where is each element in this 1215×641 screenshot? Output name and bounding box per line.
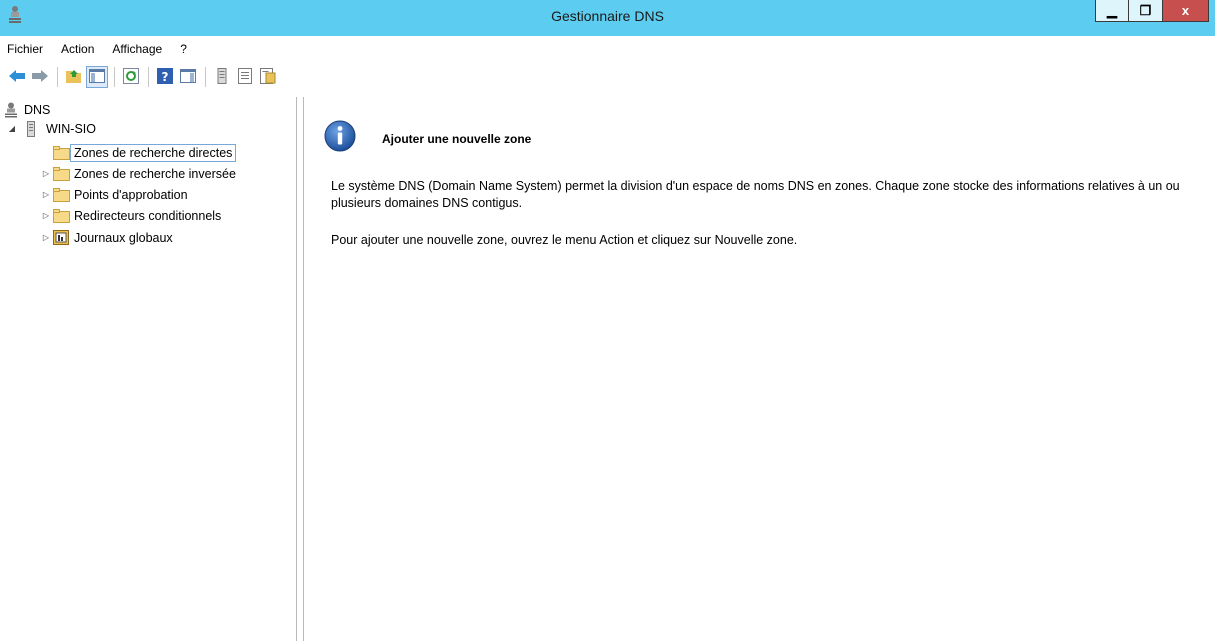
properties-button[interactable]	[257, 66, 279, 88]
tree-label: Zones de recherche inversée	[74, 166, 236, 181]
forward-button[interactable]	[29, 66, 51, 88]
tree-item-zones-directes[interactable]: Zones de recherche directes	[40, 143, 237, 162]
tree-item-points-approbation[interactable]: ▷ Points d'approbation	[40, 185, 188, 204]
details-pane: Ajouter une nouvelle zone Le système DNS…	[304, 97, 1215, 641]
info-icon	[324, 120, 356, 152]
up-folder-icon	[65, 68, 83, 87]
server-icon	[24, 120, 38, 137]
minimize-button[interactable]: ▁	[1095, 0, 1129, 22]
title-bar[interactable]: Gestionnaire DNS ▁ ❐ x	[0, 0, 1215, 36]
back-button[interactable]	[6, 66, 28, 88]
tree-label: Zones de recherche directes	[70, 143, 237, 162]
expand-triangle-icon[interactable]: ▷	[40, 211, 52, 220]
content-description: Le système DNS (Domain Name System) perm…	[331, 179, 1180, 210]
tree-item-dns[interactable]: DNS	[4, 100, 50, 119]
console-tree[interactable]: DNS ◢ WIN-SIO Zones de recherche directe…	[0, 97, 296, 641]
window-title: Gestionnaire DNS	[551, 8, 664, 24]
back-arrow-icon	[8, 69, 26, 86]
dns-root-icon	[4, 102, 18, 118]
tree-item-zones-inversee[interactable]: ▷ Zones de recherche inversée	[40, 164, 236, 183]
toolbar-separator	[148, 67, 149, 87]
menu-action[interactable]: Action	[52, 42, 103, 56]
help-button[interactable]: ?	[154, 66, 176, 88]
window-controls: ▁ ❐ x	[1095, 0, 1209, 22]
tree-item-journaux[interactable]: ▷ Journaux globaux	[40, 228, 173, 247]
expand-triangle-icon[interactable]: ▷	[40, 169, 52, 178]
close-button[interactable]: x	[1163, 0, 1209, 22]
svg-text:?: ?	[162, 70, 169, 84]
folder-icon	[52, 145, 70, 161]
list-icon	[238, 67, 252, 87]
list-view-button[interactable]	[234, 66, 256, 88]
content-heading: Ajouter une nouvelle zone	[382, 132, 532, 146]
folder-icon	[52, 187, 70, 203]
tree-label: DNS	[24, 102, 51, 117]
toolbar: ?	[0, 62, 1215, 92]
help-icon: ?	[157, 67, 173, 87]
refresh-icon	[123, 67, 139, 87]
action-pane-icon	[180, 68, 196, 86]
refresh-button[interactable]	[120, 66, 142, 88]
server-icon	[217, 67, 227, 87]
tree-item-redirecteurs[interactable]: ▷ Redirecteurs conditionnels	[40, 206, 221, 225]
server-button[interactable]	[211, 66, 233, 88]
menu-affichage[interactable]: Affichage	[103, 42, 171, 56]
menu-bar: Fichier Action Affichage ?	[0, 36, 1215, 62]
restore-button[interactable]: ❐	[1129, 0, 1163, 22]
show-hide-tree-button[interactable]	[86, 66, 108, 88]
log-icon	[52, 230, 70, 246]
toolbar-separator	[57, 67, 58, 87]
content-instruction: Pour ajouter une nouvelle zone, ouvrez l…	[331, 233, 798, 247]
toolbar-separator	[205, 67, 206, 87]
tree-label: Points d'approbation	[74, 187, 188, 202]
console-tree-icon	[89, 68, 105, 86]
folder-icon	[52, 166, 70, 182]
expand-triangle-icon[interactable]: ▷	[40, 190, 52, 199]
properties-icon	[260, 67, 276, 87]
toolbar-separator	[114, 67, 115, 87]
action-pane-button[interactable]	[177, 66, 199, 88]
tree-label: WIN-SIO	[46, 121, 96, 136]
tree-label: Journaux globaux	[74, 230, 173, 245]
pane-splitter[interactable]	[296, 97, 304, 641]
collapse-triangle-icon[interactable]: ◢	[6, 124, 18, 133]
forward-arrow-icon	[31, 69, 49, 86]
tree-item-win-sio[interactable]: ◢ WIN-SIO	[6, 119, 96, 138]
menu-help[interactable]: ?	[171, 42, 196, 56]
folder-icon	[52, 208, 70, 224]
up-one-level-button[interactable]	[63, 66, 85, 88]
menu-fichier[interactable]: Fichier	[0, 42, 52, 56]
tree-label: Redirecteurs conditionnels	[74, 208, 222, 223]
expand-triangle-icon[interactable]: ▷	[40, 233, 52, 242]
